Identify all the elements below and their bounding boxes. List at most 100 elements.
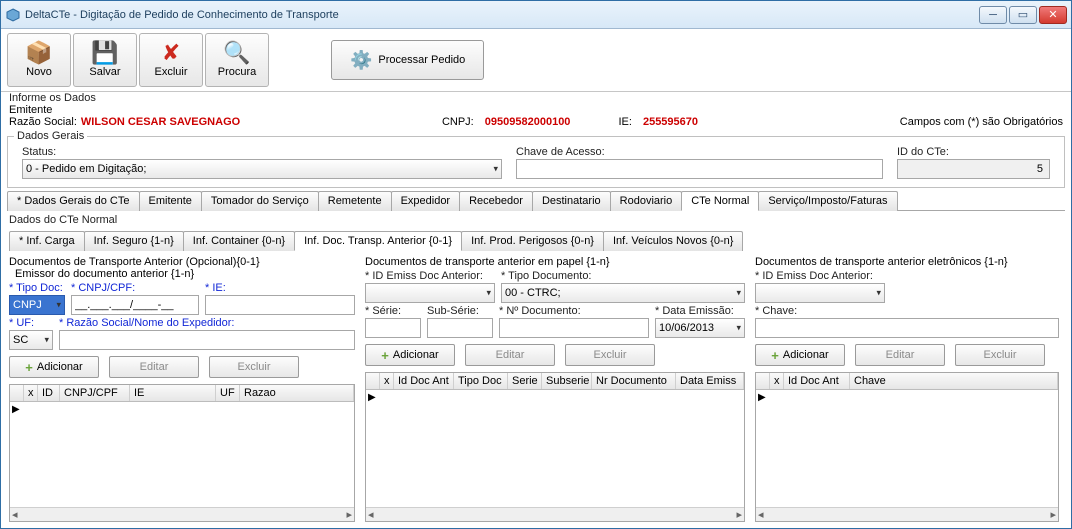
main-tab-9[interactable]: Serviço/Imposto/Faturas (758, 191, 897, 211)
uf-label: * UF: (9, 317, 53, 329)
col2-title: Documentos de transporte anterior em pap… (365, 256, 745, 268)
scrollbar[interactable]: ◂▸ (10, 507, 354, 521)
col-header[interactable]: CNPJ/CPF (60, 385, 130, 401)
col3-grid[interactable]: xId Doc AntChave ▶ ◂▸ (755, 372, 1059, 522)
maximize-button[interactable]: ▭ (1009, 6, 1037, 24)
col-header[interactable]: UF (216, 385, 240, 401)
col2-edit-button[interactable]: Editar (465, 344, 555, 366)
col-header[interactable]: Id Doc Ant (784, 373, 850, 389)
sub-tab-1[interactable]: Inf. Seguro {1-n} (84, 231, 184, 251)
serie-label: * Série: (365, 305, 421, 317)
id-cte-label: ID do CTe: (897, 146, 1050, 158)
col1-grid[interactable]: xIDCNPJ/CPFIEUFRazao ▶ ◂▸ (9, 384, 355, 522)
uf-select[interactable] (9, 330, 53, 350)
emitente-label: Emitente (1, 104, 1071, 116)
col-header[interactable]: x (24, 385, 38, 401)
sub-tab-0[interactable]: * Inf. Carga (9, 231, 85, 251)
cnpj-cpf-label: * CNPJ/CPF: (71, 282, 199, 294)
titlebar: DeltaCTe - Digitação de Pedido de Conhec… (1, 1, 1071, 29)
close-button[interactable]: ✕ (1039, 6, 1067, 24)
plus-icon: + (25, 360, 33, 375)
col-header[interactable]: x (770, 373, 784, 389)
cnpj-cpf-input[interactable] (71, 295, 199, 315)
num-doc-input[interactable] (499, 318, 649, 338)
status-label: Status: (22, 146, 502, 158)
processar-label: Processar Pedido (378, 54, 465, 66)
serie-input[interactable] (365, 318, 421, 338)
chave3-input[interactable] (755, 318, 1059, 338)
id-cte-value (897, 159, 1050, 179)
ie-field-label: * IE: (205, 282, 355, 294)
salvar-button[interactable]: 💾Salvar (73, 33, 137, 87)
main-tab-5[interactable]: Recebedor (459, 191, 533, 211)
col3-edit-button[interactable]: Editar (855, 344, 945, 366)
col2-grid[interactable]: xId Doc AntTipo DocSerieSubserieNr Docum… (365, 372, 745, 522)
col-header[interactable]: Razao (240, 385, 354, 401)
chave-input[interactable] (516, 159, 883, 179)
panel-doc-papel: Documentos de transporte anterior em pap… (365, 254, 749, 526)
col2-del-button[interactable]: Excluir (565, 344, 655, 366)
scrollbar[interactable]: ◂▸ (366, 507, 744, 521)
app-icon (5, 7, 21, 23)
col-header[interactable]: IE (130, 385, 216, 401)
sub-tab-5[interactable]: Inf. Veículos Novos {0-n} (603, 231, 743, 251)
col1-add-button[interactable]: +Adicionar (9, 356, 99, 378)
col3-del-button[interactable]: Excluir (955, 344, 1045, 366)
novo-label: Novo (26, 66, 52, 78)
col2-add-button[interactable]: +Adicionar (365, 344, 455, 366)
novo-button[interactable]: 📦 Novo (7, 33, 71, 87)
box-open-icon: 📦 (25, 42, 52, 64)
main-tab-0[interactable]: * Dados Gerais do CTe (7, 191, 140, 211)
col3-add-button[interactable]: +Adicionar (755, 344, 845, 366)
tipo-doc2-label: * Tipo Documento: (501, 270, 745, 282)
col-header[interactable]: Id Doc Ant (394, 373, 454, 389)
sub-tab-2[interactable]: Inf. Container {0-n} (183, 231, 295, 251)
id-emiss-select3[interactable] (755, 283, 885, 303)
dados-gerais-fieldset: Dados Gerais Status: Chave de Acesso: ID… (7, 130, 1065, 188)
col-header[interactable]: Tipo Doc (454, 373, 508, 389)
col-header[interactable]: Serie (508, 373, 542, 389)
cnpj-label: CNPJ: (442, 116, 474, 128)
ie-input[interactable] (205, 295, 355, 315)
col1-sub: Emissor do documento anterior {1-n} (9, 268, 355, 280)
main-tab-7[interactable]: Rodoviario (610, 191, 683, 211)
col-header[interactable]: ID (38, 385, 60, 401)
delete-x-icon: ✘ (162, 42, 180, 64)
col-header[interactable]: Nr Documento (592, 373, 676, 389)
main-tabs: * Dados Gerais do CTeEmitenteTomador do … (7, 190, 1065, 211)
sub-tab-4[interactable]: Inf. Prod. Perigosos {0-n} (461, 231, 604, 251)
main-tab-4[interactable]: Expedidor (391, 191, 461, 211)
excluir-button[interactable]: ✘ Excluir (139, 33, 203, 87)
col-header[interactable]: Chave (850, 373, 1058, 389)
scrollbar[interactable]: ◂▸ (756, 507, 1058, 521)
minimize-button[interactable]: ─ (979, 6, 1007, 24)
processar-button[interactable]: ⚙️Processar Pedido (331, 40, 484, 80)
col-header[interactable]: x (380, 373, 394, 389)
row-marker-icon: ▶ (12, 404, 20, 415)
sub-tab-3[interactable]: Inf. Doc. Transp. Anterior {0-1} (294, 231, 462, 251)
razao-exped-input[interactable] (59, 330, 355, 350)
save-icon: 💾 (91, 42, 118, 64)
col-header[interactable]: Data Emiss (676, 373, 744, 389)
main-tab-6[interactable]: Destinatario (532, 191, 611, 211)
procura-button[interactable]: 🔍Procura (205, 33, 269, 87)
col-header[interactable]: Subserie (542, 373, 592, 389)
data-emiss-input[interactable] (655, 318, 745, 338)
id-emiss-select2[interactable] (365, 283, 495, 303)
subserie-input[interactable] (427, 318, 493, 338)
status-select[interactable] (22, 159, 502, 179)
tipo-doc2-select[interactable] (501, 283, 745, 303)
subserie-label: Sub-Série: (427, 305, 493, 317)
main-tab-1[interactable]: Emitente (139, 191, 202, 211)
plus-icon: + (381, 348, 389, 363)
toolbar: 📦 Novo 💾Salvar ✘ Excluir 🔍Procura ⚙️Proces… (1, 29, 1071, 92)
main-tab-2[interactable]: Tomador do Serviço (201, 191, 319, 211)
col1-edit-button[interactable]: Editar (109, 356, 199, 378)
main-tab-3[interactable]: Remetente (318, 191, 392, 211)
search-icon: 🔍 (223, 42, 250, 64)
chave-label: Chave de Acesso: (516, 146, 883, 158)
col1-del-button[interactable]: Excluir (209, 356, 299, 378)
excluir-label: Excluir (154, 66, 187, 78)
tipo-doc-select[interactable] (9, 295, 65, 315)
main-tab-8[interactable]: CTe Normal (681, 191, 759, 211)
